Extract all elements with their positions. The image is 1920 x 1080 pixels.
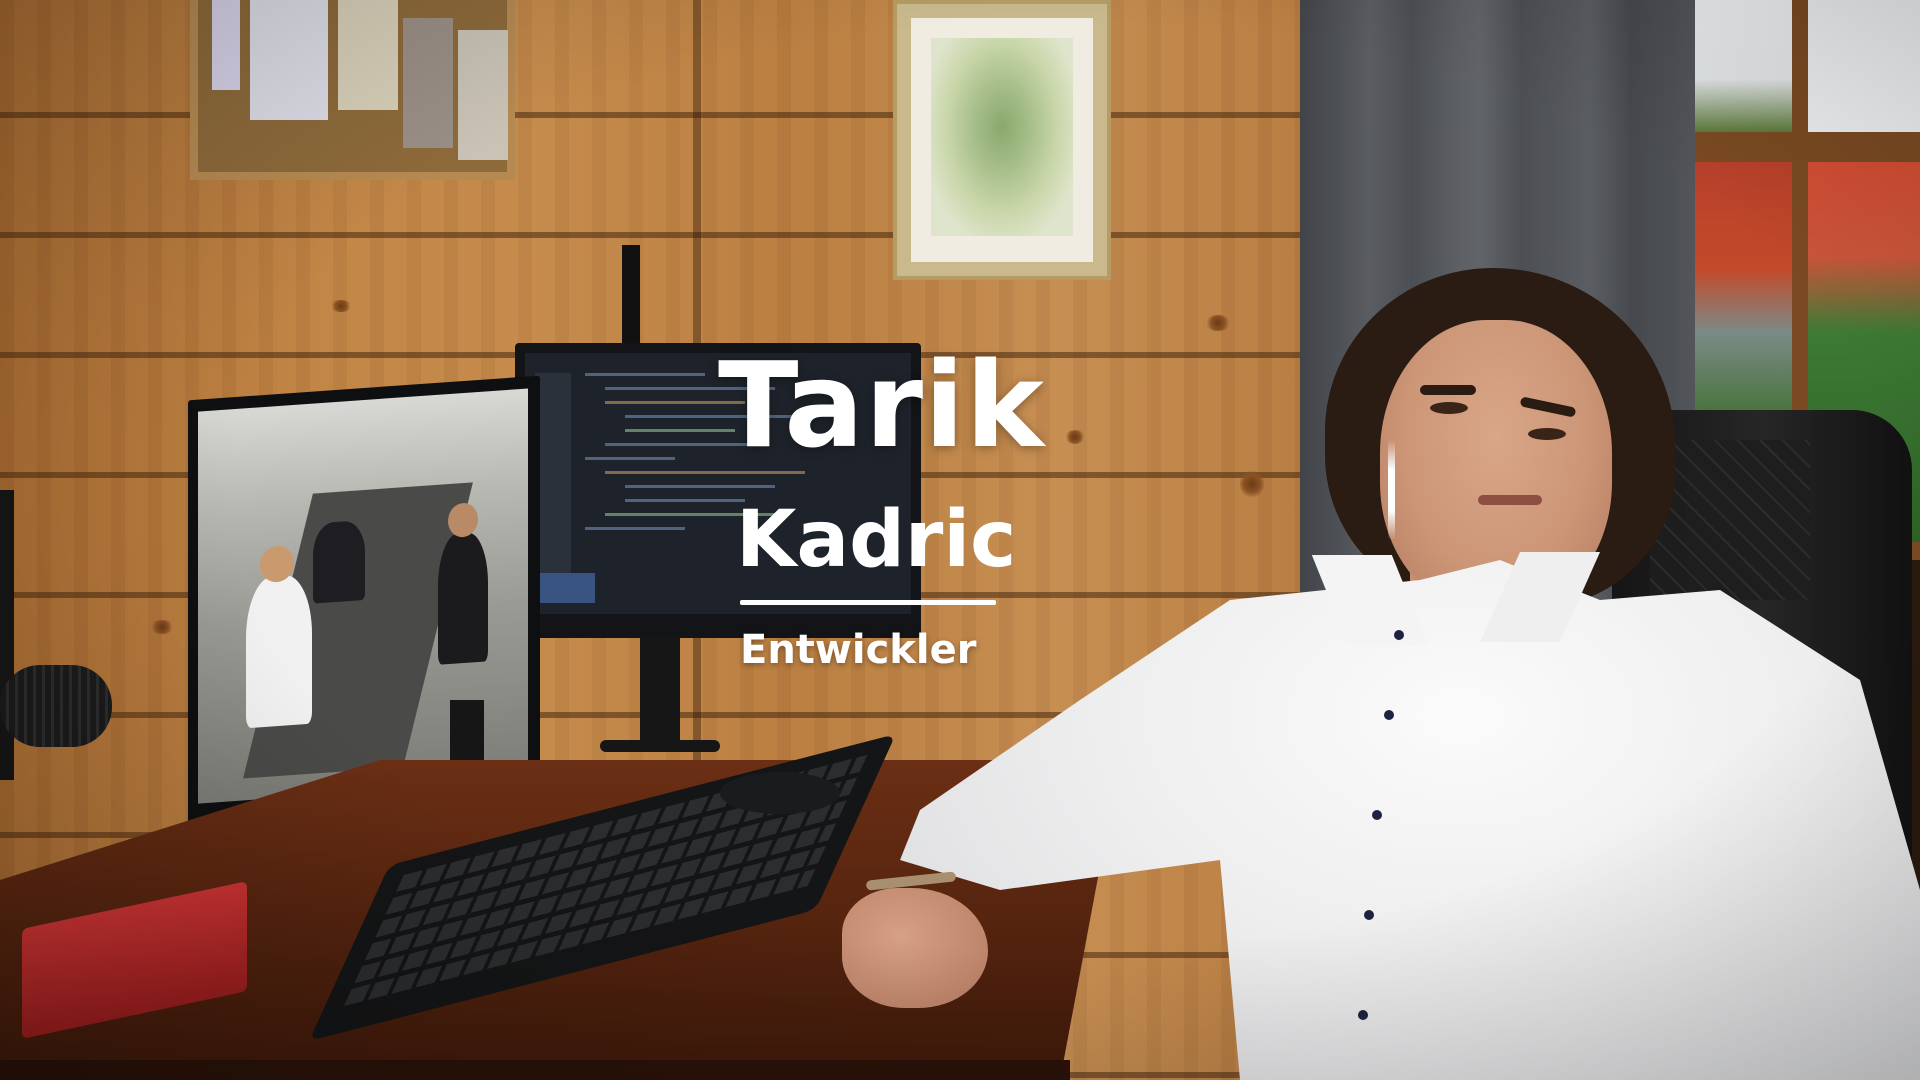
monitor-stand-base xyxy=(600,740,720,752)
hand xyxy=(842,888,988,1008)
video-frame: Tarik Kadric Entwickler xyxy=(0,0,1920,1080)
camera-mount xyxy=(622,245,640,345)
name-lower-third: Tarik Kadric Entwickler xyxy=(718,340,1138,680)
first-name: Tarik xyxy=(718,336,1046,474)
last-name: Kadric xyxy=(736,495,1017,585)
microphone xyxy=(0,665,112,747)
monitor-left xyxy=(188,375,540,827)
shirt-button xyxy=(1364,910,1374,920)
job-title: Entwickler xyxy=(740,627,977,673)
mouth xyxy=(1478,495,1542,505)
shirt-button xyxy=(1394,630,1404,640)
name-divider xyxy=(740,600,996,605)
mic-arm xyxy=(0,490,14,780)
shirt-button xyxy=(1358,1010,1368,1020)
shirt-button xyxy=(1384,710,1394,720)
wood-knot xyxy=(150,620,174,634)
wood-knot xyxy=(330,300,352,312)
desk-edge xyxy=(0,1060,1070,1080)
shirt-button xyxy=(1372,810,1382,820)
mouse xyxy=(720,772,840,814)
light-reflection xyxy=(1388,440,1395,540)
eye xyxy=(1528,428,1566,440)
wood-knot xyxy=(1205,315,1231,331)
monitor-stand xyxy=(640,636,680,746)
wood-knot xyxy=(1240,470,1264,498)
framed-painting xyxy=(893,0,1111,280)
cork-board xyxy=(190,0,515,180)
eyebrow xyxy=(1420,385,1476,395)
eye xyxy=(1430,402,1468,414)
